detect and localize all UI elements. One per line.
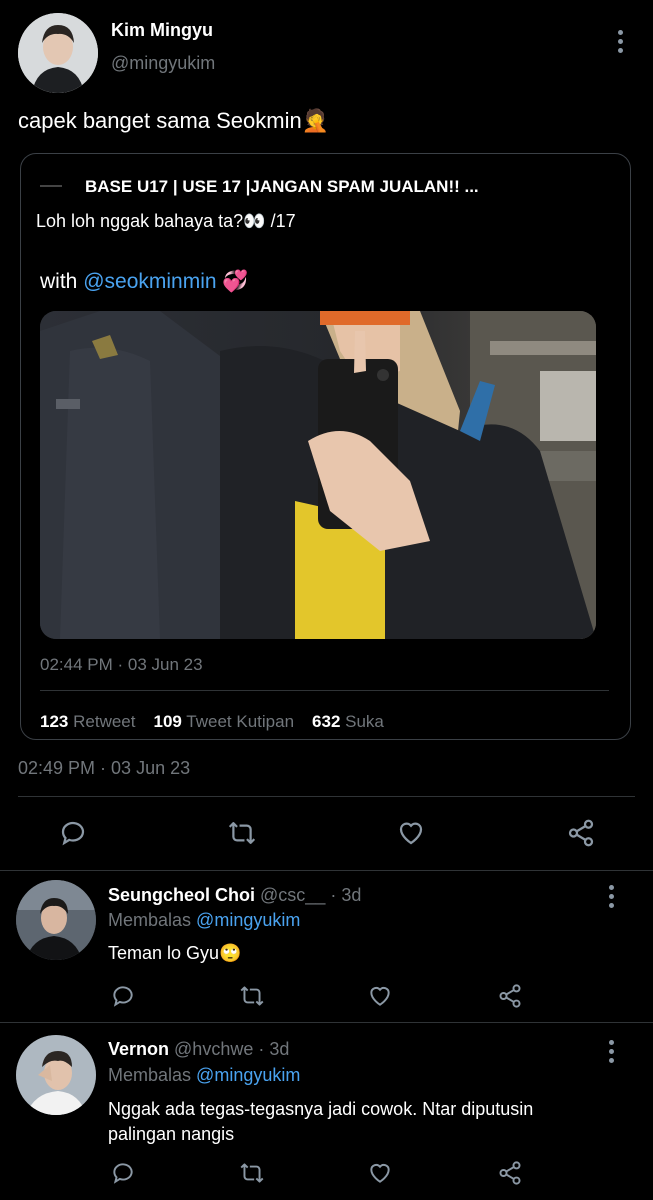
reply-divider <box>0 1022 653 1023</box>
reply-header: Vernon @hvchwe · 3d <box>108 1039 289 1060</box>
quote-tweet-count: 109 <box>153 712 182 731</box>
facepalm-emoji-icon: 🤦 <box>301 108 330 133</box>
reply-text-line: palingan nangis <box>108 1124 235 1144</box>
reply-author-handle[interactable]: @hvchwe <box>174 1039 253 1059</box>
tweet-timestamp: 02:49 PM · 03 Jun 23 <box>18 758 191 778</box>
reply-avatar[interactable] <box>16 880 96 960</box>
retweet-label: Retweet <box>73 712 136 731</box>
author-name[interactable]: Kim Mingyu <box>111 20 213 41</box>
author-handle[interactable]: @mingyukim <box>111 53 215 74</box>
like-icon[interactable] <box>367 983 393 1009</box>
quoted-source-avatar <box>36 172 66 202</box>
replying-prefix: Membalas <box>108 1065 192 1085</box>
hearts-emoji-icon: 💞 <box>222 270 249 293</box>
more-options-icon[interactable] <box>608 1040 614 1063</box>
reply-icon[interactable] <box>58 818 88 848</box>
replying-prefix: Membalas <box>108 910 192 930</box>
quoted-divider <box>40 690 609 691</box>
share-icon[interactable] <box>497 983 523 1009</box>
replying-to-link[interactable]: @mingyukim <box>196 910 300 930</box>
replying-to-link[interactable]: @mingyukim <box>196 1065 300 1085</box>
like-icon[interactable] <box>396 818 426 848</box>
reply-author-handle[interactable]: @csc__ <box>260 885 325 905</box>
reply-icon[interactable] <box>110 983 136 1009</box>
mention-link[interactable]: @seokminmin <box>83 270 216 293</box>
likes-count: 632 <box>312 712 341 731</box>
retweet-stat[interactable]: 123 Retweet <box>40 712 135 732</box>
more-options-icon[interactable] <box>617 30 623 53</box>
share-icon[interactable] <box>497 1160 523 1186</box>
like-icon[interactable] <box>367 1160 393 1186</box>
reply-author-name[interactable]: Seungcheol Choi <box>108 885 255 905</box>
retweet-icon[interactable] <box>226 818 258 848</box>
retweet-count: 123 <box>40 712 69 731</box>
quote-tweet-stat[interactable]: 109 Tweet Kutipan <box>153 712 294 732</box>
reply-avatar[interactable] <box>16 1035 96 1115</box>
likes-label: Suka <box>345 712 384 731</box>
tweet-text-content: capek banget sama Seokmin <box>18 108 302 133</box>
tweet-text: capek banget sama Seokmin🤦 <box>18 108 329 134</box>
reply-header: Seungcheol Choi @csc__ · 3d <box>108 885 361 906</box>
reply-time: · 3d <box>258 1039 290 1059</box>
timestamp-divider <box>18 796 635 797</box>
retweet-icon[interactable] <box>238 983 266 1009</box>
reply-text: Teman lo Gyu🙄 <box>108 943 242 963</box>
quoted-with-line: with @seokminmin 💞 <box>40 270 249 294</box>
retweet-icon[interactable] <box>238 1160 266 1186</box>
replying-to-line: Membalas @mingyukim <box>108 1065 300 1086</box>
reply-icon[interactable] <box>110 1160 136 1186</box>
reply-time: · 3d <box>330 885 362 905</box>
quote-tweet-label: Tweet Kutipan <box>186 712 295 731</box>
quoted-source-name[interactable]: BASE U17 | USE 17 |JANGAN SPAM JUALAN!! … <box>85 177 479 197</box>
more-options-icon[interactable] <box>608 885 614 908</box>
quoted-timestamp: 02:44 PM · 03 Jun 23 <box>40 655 203 674</box>
quoted-photo[interactable] <box>40 311 596 639</box>
reply-text-line: Nggak ada tegas-tegasnya jadi cowok. Nta… <box>108 1099 534 1119</box>
reply-text: Nggak ada tegas-tegasnya jadi cowok. Nta… <box>108 1097 533 1147</box>
actions-divider <box>0 870 653 871</box>
quoted-text: Loh loh nggak bahaya ta?👀 /17 <box>36 211 296 231</box>
with-label: with <box>40 270 78 293</box>
likes-stat[interactable]: 632 Suka <box>312 712 384 732</box>
author-avatar[interactable] <box>18 13 98 93</box>
reply-author-name[interactable]: Vernon <box>108 1039 169 1059</box>
replying-to-line: Membalas @mingyukim <box>108 910 300 931</box>
quoted-stats: 123 Retweet 109 Tweet Kutipan 632 Suka <box>40 712 384 732</box>
share-icon[interactable] <box>566 818 596 848</box>
